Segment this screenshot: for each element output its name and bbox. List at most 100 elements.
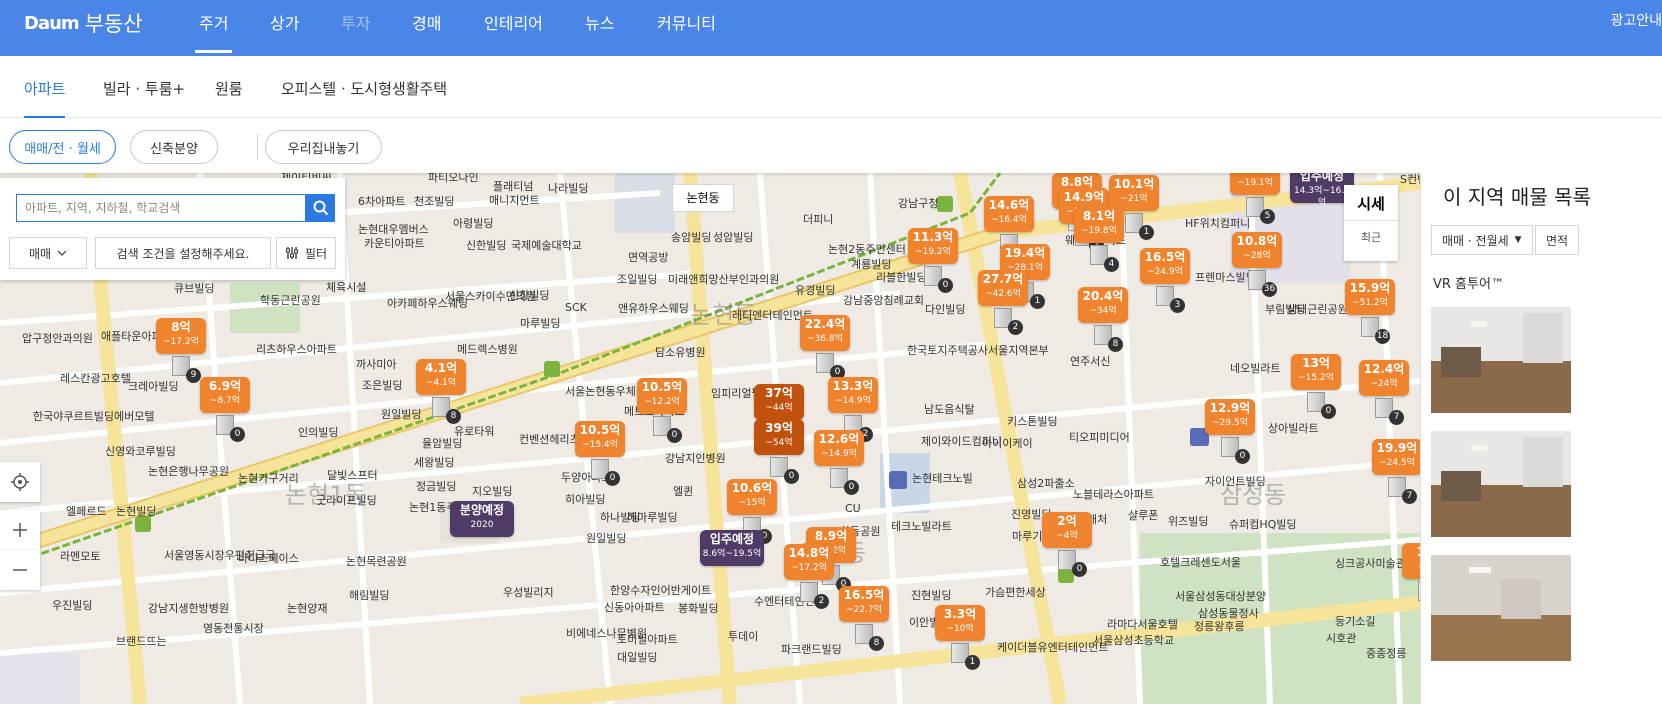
my-location-button[interactable]	[0, 462, 40, 502]
map-poi-label: 등기소길	[1335, 615, 1376, 628]
nav-commercial[interactable]: 상가	[270, 10, 299, 50]
new-sale-pill[interactable]: 신축분양	[130, 130, 218, 164]
map-poi-label: 진현빌딩	[911, 589, 952, 602]
map-poi-label: 크레아빌딩	[128, 380, 179, 393]
map-poi-label: 투데이	[728, 630, 759, 643]
price-badge: 11.3억 ~19.2억	[908, 228, 958, 264]
recent-tab[interactable]: 최근	[1344, 221, 1398, 245]
listing-deal-select[interactable]: 매매 · 전월세 ▼	[1431, 225, 1533, 255]
price-range: ~10억	[946, 624, 974, 634]
service-name: 부동산	[84, 12, 143, 36]
map-poi-label: 자이언트빌딩	[1205, 475, 1266, 488]
nav-news[interactable]: 뉴스	[585, 10, 614, 50]
price-value: 3.3억	[943, 607, 977, 621]
room-photo	[1431, 307, 1571, 413]
zoom-in-button[interactable]	[0, 510, 40, 550]
map-poi-label: 티오피미디어	[1069, 431, 1130, 444]
map-poi-label: 하나빌딩	[600, 511, 641, 524]
price-value: 39억	[765, 421, 793, 435]
nav-residence[interactable]: 주거	[194, 10, 233, 53]
map-poi-label: 파티오나인	[428, 173, 479, 184]
price-range: ~16.4억	[991, 215, 1027, 225]
nav-interior[interactable]: 인테리어	[484, 10, 543, 50]
listing-count-badge: 0	[1072, 562, 1087, 577]
tab-officetel[interactable]: 오피스텔 · 도시형생활주택	[281, 78, 447, 99]
tab-villa[interactable]: 빌라 · 투룸+	[103, 78, 185, 99]
map-poi-label: 마루빌딩	[520, 317, 561, 330]
move-in-marker[interactable]: 입주예정 8.6억~19.5억	[700, 530, 764, 566]
map-poi-label: 논현목련공원	[346, 555, 407, 568]
presale-marker[interactable]: 분양예정 2020	[450, 501, 514, 537]
map-poi-label: 논현양재	[287, 602, 328, 615]
listing-count-badge: 7	[1389, 410, 1404, 425]
search-input[interactable]: 아파트, 지역, 지하철, 학교검색	[16, 194, 306, 222]
price-value: 12.4억	[1363, 362, 1405, 376]
listing-area-select[interactable]: 면적	[1535, 225, 1580, 255]
listing-count-badge: 9	[186, 368, 201, 383]
map-poi-label: 신창빌딩	[509, 289, 550, 302]
map-poi-label: 유로타워	[454, 425, 495, 438]
price-badge: 14.6억 ~16.4억	[984, 196, 1034, 232]
price-badge: 39억 ~54억	[754, 419, 804, 455]
price-value: 27.7억	[982, 272, 1024, 286]
marker-title: 입주예정	[1299, 173, 1345, 183]
map-poi-label: 체육시설	[326, 281, 367, 294]
price-range: ~12.2억	[644, 397, 680, 407]
price-value: 13.3억	[832, 379, 874, 393]
price-badge: 10.5억 ~15.4억	[575, 421, 625, 457]
tab-apartment[interactable]: 아파트	[24, 78, 66, 118]
condition-summary[interactable]: 검색 조건을 설정해주세요.	[95, 237, 271, 269]
room-photo	[1431, 431, 1571, 537]
nav-community[interactable]: 커뮤니티	[657, 10, 716, 50]
list-my-home-pill[interactable]: 우리집내놓기	[265, 130, 382, 164]
price-value: 19.9억	[1376, 441, 1418, 455]
map-poi-label: 한국토지주택공사서울지역본부	[907, 344, 1049, 357]
nav-auction[interactable]: 경매	[412, 10, 441, 50]
ad-info-link[interactable]: 광고안내	[1610, 10, 1662, 30]
price-value: 6.9억	[208, 379, 242, 393]
map-poi-label: 미래앤희망산부인과의원	[668, 273, 780, 286]
map-poi-label: 대일빌딩	[617, 651, 658, 664]
listing-thumbnail[interactable]	[1431, 555, 1571, 661]
listing-count-badge: 8	[869, 636, 884, 651]
map-poi-label: 성암빌딩	[713, 231, 754, 244]
nav-investment[interactable]: 투자	[341, 10, 370, 50]
map-poi-label: 네오빌라트	[1230, 362, 1281, 375]
brand-logo: Daum	[24, 12, 80, 34]
price-value: 10.8억	[1236, 234, 1278, 248]
map-poi-label: 케이더블유엔터테인먼트	[997, 641, 1109, 654]
map-poi-label: 리츠하우스아파트	[256, 343, 337, 356]
tab-oneroom[interactable]: 원룸	[215, 78, 243, 99]
listing-count-badge: 0	[784, 469, 799, 484]
search-button[interactable]	[306, 194, 335, 222]
price-range: ~51.2억	[1352, 298, 1388, 308]
price-badge: 8억 ~17.2억	[156, 318, 206, 354]
map-poi-label: 라멘모토	[60, 550, 101, 563]
listing-thumbnail[interactable]	[1431, 431, 1571, 537]
map-poi-label: 신영와코루빌딩	[105, 445, 176, 458]
price-value: 2억	[1057, 514, 1077, 528]
listing-count-badge: 2	[1008, 320, 1023, 335]
price-range: ~15억	[738, 498, 766, 508]
price-badge: 16.5억 ~22.7억	[839, 586, 889, 622]
map-poi-label: 정금빌딩	[416, 480, 457, 493]
logo[interactable]: Daum 부동산	[24, 8, 143, 38]
listing-count-badge: 0	[938, 278, 953, 293]
sliders-icon	[285, 247, 298, 259]
map-poi-label: 나라빌딩	[548, 182, 589, 195]
price-badge: 10.8억 ~28억	[1232, 232, 1282, 268]
price-range: ~29.5억	[1212, 418, 1248, 428]
deal-type-select[interactable]: 매매	[9, 237, 87, 269]
market-price-tab[interactable]: 시세	[1344, 185, 1398, 221]
listing-thumbnail[interactable]	[1431, 307, 1571, 413]
price-range: ~24억	[1370, 379, 1398, 389]
listing-count-badge: 3	[1170, 298, 1185, 313]
zoom-out-button[interactable]	[0, 550, 40, 590]
map-poi-label: 인의빌딩	[298, 426, 339, 439]
map-poi-label: 강남지인병원	[665, 452, 726, 465]
map-poi-label: 앤유하우스웨딩	[618, 302, 689, 315]
deal-type-pill[interactable]: 매매/전 · 월세	[9, 130, 116, 164]
map-poi-label: 해림빌딩	[349, 589, 390, 602]
filter-button[interactable]: 필터	[276, 237, 336, 269]
price-range: ~22.7억	[846, 605, 882, 615]
